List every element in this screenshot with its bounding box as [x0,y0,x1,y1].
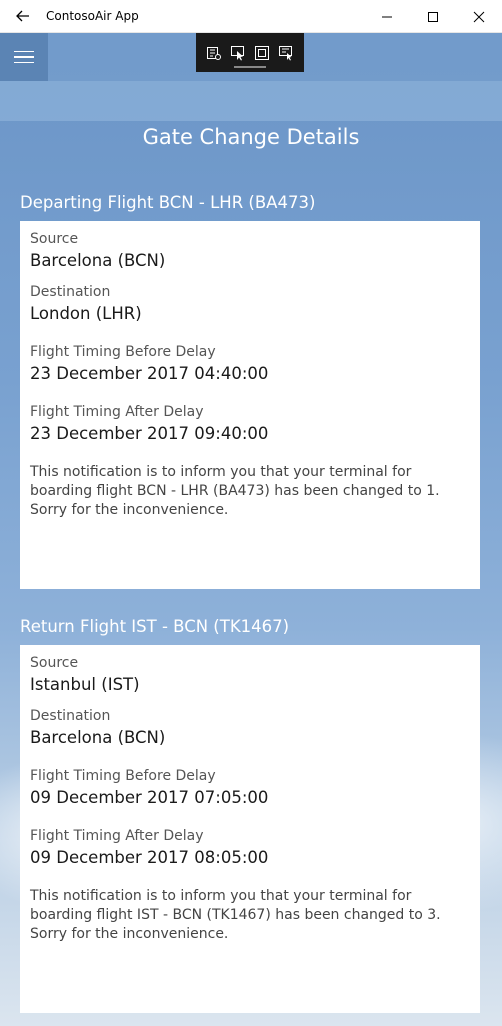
live-visual-tree-icon[interactable] [205,44,223,62]
destination-value: Barcelona (BCN) [30,728,166,747]
destination-value: London (LHR) [30,304,142,323]
toolbar-drag-handle[interactable] [234,66,266,68]
timing-before-value: 09 December 2017 07:05:00 [30,788,269,807]
gate-change-notice: This notification is to inform you that … [30,464,440,518]
timing-before-value: 23 December 2017 04:40:00 [30,364,269,383]
return-flight-card: Source Istanbul (IST) Destination Barcel… [20,645,480,1013]
timing-after-label: Flight Timing After Delay [30,828,204,844]
timing-before-label: Flight Timing Before Delay [30,768,216,784]
back-button[interactable] [0,0,46,33]
timing-after-label: Flight Timing After Delay [30,404,204,420]
timing-after-value: 23 December 2017 09:40:00 [30,424,269,443]
source-value: Barcelona (BCN) [30,251,166,270]
window-controls [364,0,502,33]
select-element-icon[interactable] [229,44,247,62]
app-content: Gate Change Details Departing Flight BCN… [0,33,502,1026]
timing-after-value: 09 December 2017 08:05:00 [30,848,269,867]
app-subheader [0,81,502,121]
hamburger-menu-icon [14,50,34,53]
source-value: Istanbul (IST) [30,675,140,694]
close-button[interactable] [456,0,502,33]
debug-toolbar [196,33,304,72]
minimize-button[interactable] [364,0,410,33]
hamburger-menu-button[interactable] [0,33,48,81]
window-title: ContosoAir App [46,9,139,23]
source-label: Source [30,231,79,247]
departing-flight-heading: Departing Flight BCN - LHR (BA473) [20,193,316,212]
window-titlebar: ContosoAir App [0,0,502,33]
minimize-icon [382,16,392,17]
destination-label: Destination [30,708,111,724]
page-title: Gate Change Details [142,125,360,149]
source-label: Source [30,655,79,671]
gate-change-notice: This notification is to inform you that … [30,888,441,942]
destination-label: Destination [30,284,111,300]
maximize-icon [428,11,438,22]
departing-flight-card: Source Barcelona (BCN) Destination Londo… [20,221,480,589]
back-arrow-icon [16,10,29,22]
timing-before-label: Flight Timing Before Delay [30,344,216,360]
maximize-button[interactable] [410,0,456,33]
return-flight-heading: Return Flight IST - BCN (TK1467) [20,617,290,636]
close-icon [473,11,485,22]
track-focused-element-icon[interactable] [277,44,295,62]
display-layout-adorners-icon[interactable] [253,44,271,62]
